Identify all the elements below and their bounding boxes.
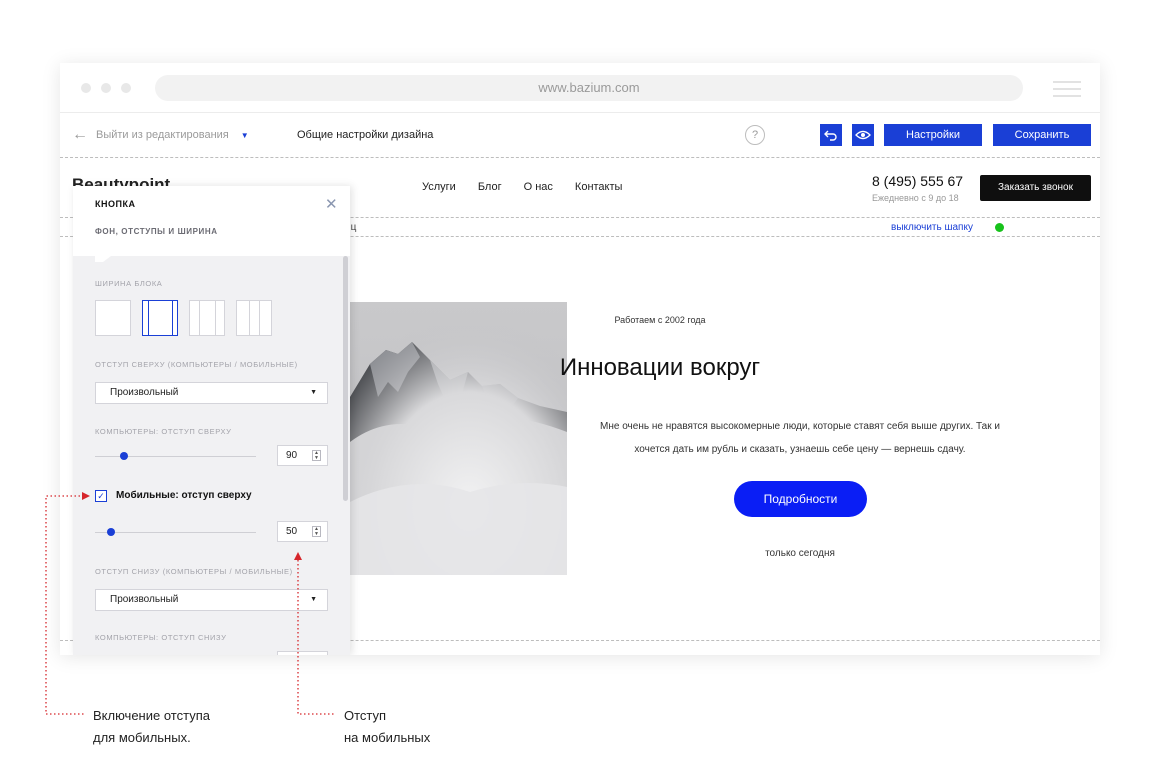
desktop-top-input[interactable]: 90 ▲ ▼ <box>277 445 328 466</box>
annotation-mobile-offset-line2: на мобильных <box>344 730 431 745</box>
bottom-offset-select[interactable]: Произвольный ▼ <box>95 589 328 611</box>
preview-button[interactable] <box>852 124 874 146</box>
mobile-top-checkbox-label[interactable]: Мобильные: отступ сверху <box>116 490 252 501</box>
hero-paragraph: Мне очень не нравятся высокомерные люди,… <box>600 421 1000 455</box>
top-offset-select[interactable]: Произвольный ▼ <box>95 382 328 404</box>
save-button[interactable]: Сохранить <box>993 124 1091 146</box>
width-option-wide[interactable] <box>142 300 178 336</box>
tab-pointer <box>95 256 111 262</box>
close-icon[interactable]: ✕ <box>325 195 338 213</box>
block-settings-panel: КНОПКА ФОН, ОТСТУПЫ И ШИРИНА ✕ ШИРИНА БЛ… <box>73 186 350 655</box>
nav-item-services[interactable]: Услуги <box>422 181 456 193</box>
top-offset-label: ОТСТУП СВЕРХУ (КОМПЬЮТЕРЫ / МОБИЛЬНЫЕ) <box>95 360 298 369</box>
nav-item-blog[interactable]: Блог <box>478 181 502 193</box>
design-settings-title[interactable]: Общие настройки дизайна <box>297 129 433 141</box>
annotation-mobile-enable-line1: Включение отступа <box>93 708 210 723</box>
details-button[interactable]: Подробности <box>734 481 867 517</box>
eye-icon <box>855 130 871 140</box>
site-phone: 8 (495) 555 67 <box>872 173 964 189</box>
annotation-mobile-enable: Включение отступа для мобильных. <box>93 705 210 749</box>
desktop-bottom-input[interactable] <box>277 651 328 655</box>
caret-down-icon: ▼ <box>310 389 317 396</box>
arrow-left-icon: ← <box>72 126 88 143</box>
annotation-mobile-offset-line1: Отступ <box>344 708 387 723</box>
site-nav: Услуги Блог О нас Контакты <box>422 181 644 193</box>
hero-image <box>350 302 567 575</box>
mobile-top-value: 50 <box>286 526 298 537</box>
undo-button[interactable] <box>820 124 842 146</box>
panel-scrollbar[interactable] <box>343 256 348 501</box>
nav-item-contacts[interactable]: Контакты <box>575 181 623 193</box>
desktop-top-label: КОМПЬЮТЕРЫ: ОТСТУП СВЕРХУ <box>95 427 232 436</box>
caret-down-icon: ▼ <box>310 596 317 603</box>
mobile-top-slider-handle[interactable] <box>107 528 115 536</box>
header-status-dot <box>995 223 1004 232</box>
annotation-mobile-offset: Отступ на мобильных <box>344 705 430 749</box>
exit-edit-label: Выйти из редактирования <box>96 129 229 141</box>
window-dot-close[interactable] <box>81 83 91 93</box>
settings-button[interactable]: Настройки <box>884 124 982 146</box>
panel-title: КНОПКА <box>95 199 136 209</box>
desktop-top-value: 90 <box>286 450 298 461</box>
panel-header: КНОПКА ФОН, ОТСТУПЫ И ШИРИНА ✕ <box>73 186 350 256</box>
exit-edit-link[interactable]: ← Выйти из редактирования ▼ <box>72 126 249 144</box>
desktop-top-slider-handle[interactable] <box>120 452 128 460</box>
width-option-narrow[interactable] <box>236 300 272 336</box>
top-offset-select-value: Произвольный <box>110 387 179 398</box>
order-call-button[interactable]: Заказать звонок <box>980 175 1091 201</box>
mountain-image <box>350 302 567 575</box>
hide-header-link[interactable]: выключить шапку <box>891 222 973 233</box>
window-dot-minimize[interactable] <box>101 83 111 93</box>
menu-icon[interactable] <box>1053 81 1081 102</box>
width-option-full[interactable] <box>95 300 131 336</box>
stepper-icon[interactable]: ▲ ▼ <box>312 450 321 461</box>
hero-note: только сегодня <box>765 548 835 559</box>
undo-icon <box>824 130 837 141</box>
stepper-icon[interactable]: ▲ ▼ <box>312 526 321 537</box>
browser-window: www.bazium.com ← Выйти из редактирования… <box>60 63 1100 655</box>
address-bar[interactable]: www.bazium.com <box>155 75 1023 101</box>
caret-down-icon[interactable]: ▼ <box>241 131 249 140</box>
mobile-top-input[interactable]: 50 ▲ ▼ <box>277 521 328 542</box>
browser-chrome: www.bazium.com <box>60 63 1100 113</box>
editor-toolbar: ← Выйти из редактирования ▼ Общие настро… <box>60 114 1100 158</box>
hero-tagline: Работаем с 2002 года <box>614 315 706 325</box>
mobile-top-slider[interactable] <box>95 532 256 533</box>
bottom-offset-select-value: Произвольный <box>110 594 179 605</box>
panel-tab-background[interactable]: ФОН, ОТСТУПЫ И ШИРИНА <box>95 227 218 236</box>
mobile-top-checkbox[interactable]: ✓ <box>95 490 107 502</box>
annotation-mobile-enable-line2: для мобильных. <box>93 730 191 745</box>
help-icon[interactable]: ? <box>745 125 765 145</box>
nav-item-about[interactable]: О нас <box>524 181 553 193</box>
hero-headline: Инновации вокруг <box>559 354 761 381</box>
width-option-medium[interactable] <box>189 300 225 336</box>
width-label: ШИРИНА БЛОКА <box>95 279 163 288</box>
site-hours: Ежедневно с 9 до 18 <box>872 193 959 203</box>
desktop-bottom-label: КОМПЬЮТЕРЫ: ОТСТУП СНИЗУ <box>95 633 227 642</box>
window-dot-maximize[interactable] <box>121 83 131 93</box>
bottom-offset-label: ОТСТУП СНИЗУ (КОМПЬЮТЕРЫ / МОБИЛЬНЫЕ) <box>95 567 293 576</box>
